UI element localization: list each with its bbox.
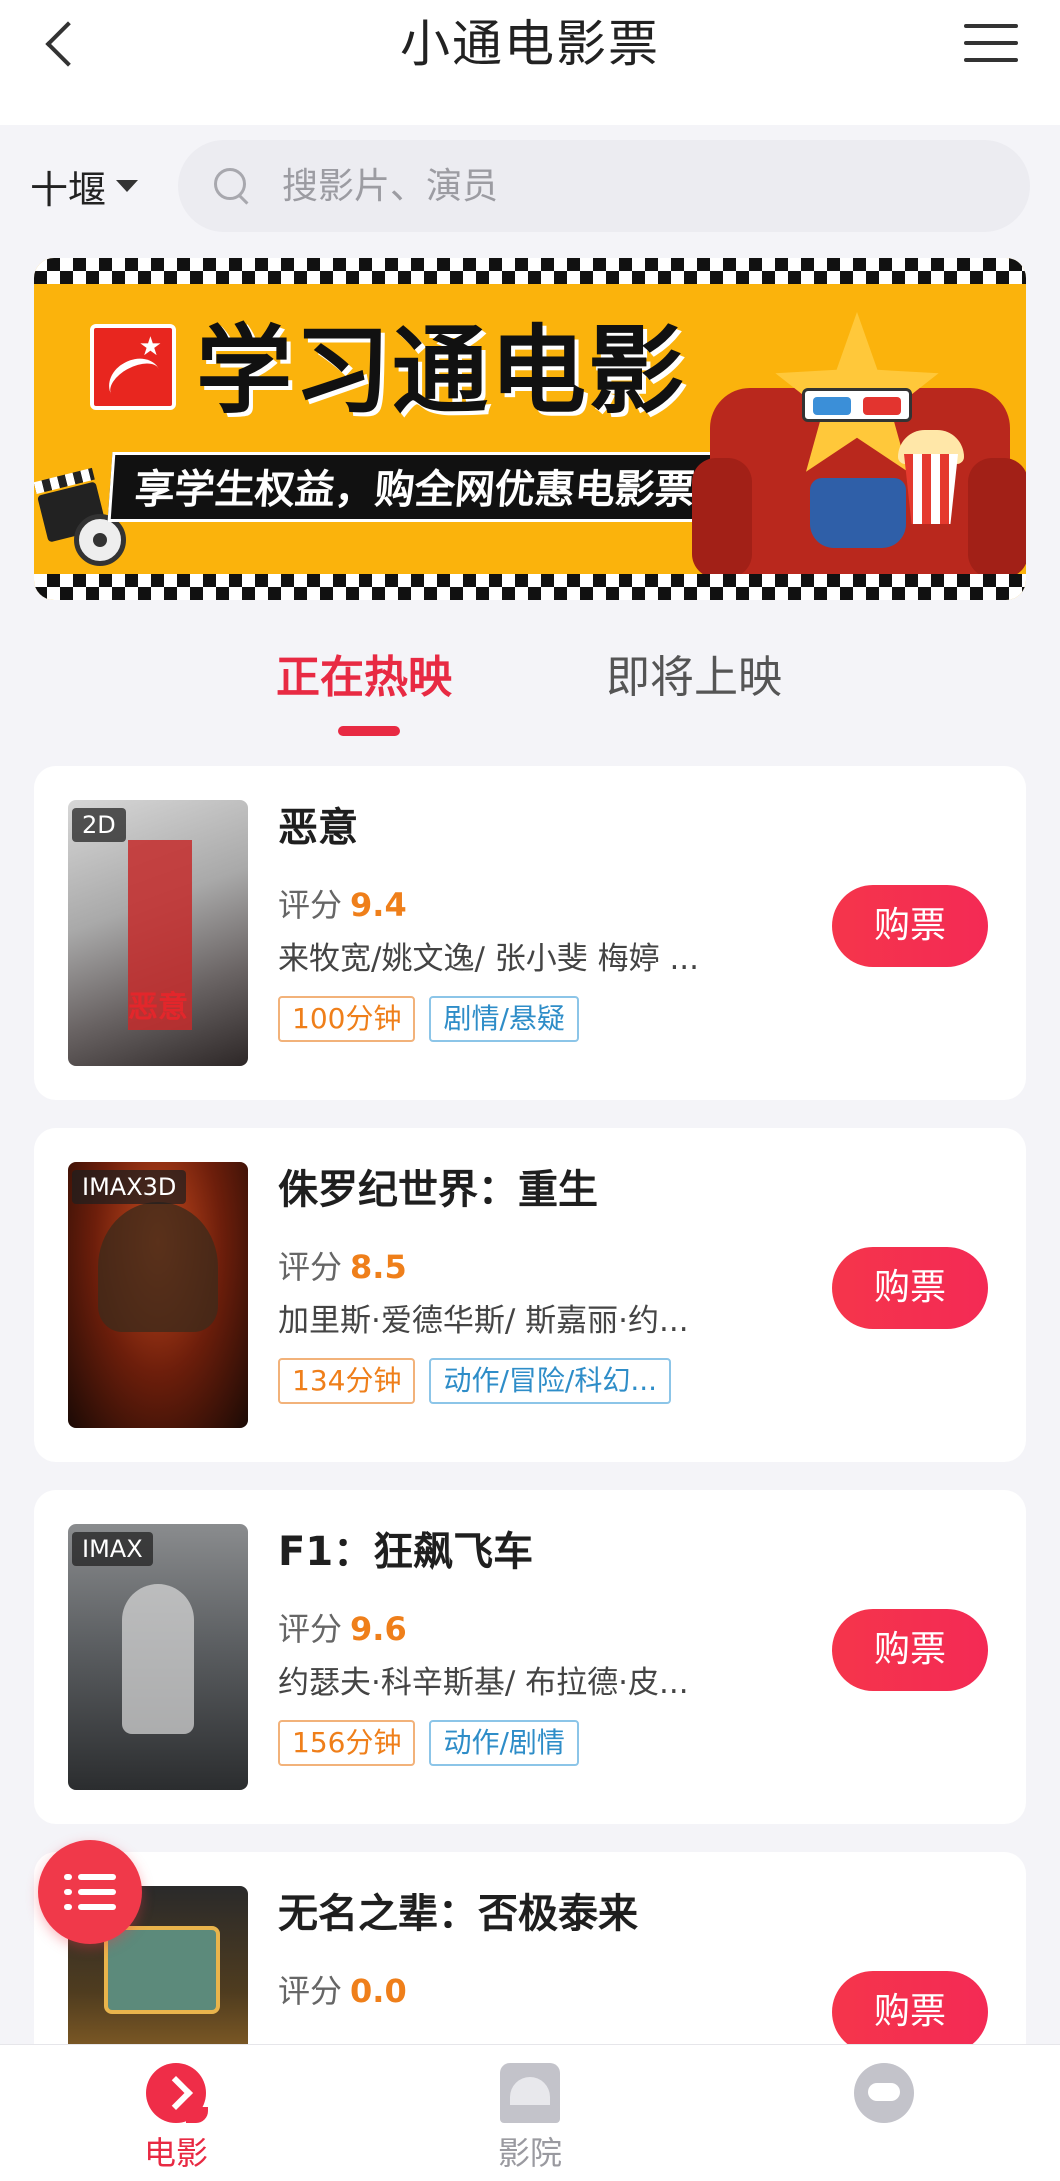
rating-score: 8.5	[350, 1248, 407, 1286]
banner-brand: 学习通电影	[196, 315, 686, 427]
movie-rating: 评分 8.5	[278, 1246, 407, 1288]
movie-tags: 156分钟 动作/剧情	[278, 1720, 579, 1766]
bottom-navigation: 电影 影院	[0, 2044, 1060, 2181]
rating-score: 0.0	[350, 1972, 407, 2010]
genre-tag: 动作/冒险/科幻...	[429, 1358, 672, 1404]
search-icon	[212, 166, 252, 206]
duration-tag: 156分钟	[278, 1720, 416, 1766]
movie-rating: 评分 9.4	[278, 884, 407, 926]
movie-poster[interactable]: 2D 恶意	[68, 800, 248, 1066]
profile-tab-icon	[854, 2063, 914, 2123]
active-tab-indicator	[338, 726, 400, 736]
buy-ticket-button[interactable]: 购票	[832, 885, 988, 967]
nav-item-movie[interactable]: 电影	[76, 2045, 276, 2181]
popcorn-icon	[904, 454, 958, 524]
movie-cast: 来牧宽/姚文逸/ 张小斐 梅婷 ...	[278, 941, 700, 977]
tab-now-showing[interactable]: 正在热映	[276, 650, 452, 706]
movie-rating: 评分 0.0	[278, 1970, 407, 2012]
app-header: 小通电影票	[0, 0, 1060, 125]
buy-ticket-button[interactable]: 购票	[832, 1971, 988, 2053]
format-badge: IMAX3D	[72, 1170, 187, 1204]
checker-border-top	[34, 258, 1026, 284]
movie-tags: 100分钟 剧情/悬疑	[278, 996, 579, 1042]
rating-label: 评分	[278, 1972, 343, 2010]
nav-item-cinema[interactable]: 影院	[430, 2045, 630, 2181]
promo-banner[interactable]: 学习通电影 享学生权益，购全网优惠电影票	[34, 258, 1026, 600]
checker-border-bottom	[34, 574, 1026, 600]
rating-label: 评分	[278, 1248, 343, 1286]
movie-card[interactable]: 2D 恶意 恶意 评分 9.4 来牧宽/姚文逸/ 张小斐 梅婷 ... 100分钟…	[34, 766, 1026, 1100]
movie-title[interactable]: 无名之辈：否极泰来	[278, 1888, 638, 1940]
rating-score: 9.4	[350, 886, 407, 924]
city-name: 十堰	[30, 167, 107, 212]
movie-title[interactable]: F1：狂飙飞车	[278, 1526, 533, 1578]
hamburger-menu-icon[interactable]	[962, 20, 1022, 66]
rating-label: 评分	[278, 1610, 343, 1648]
page: 小通电影票 十堰 学习通电影 享学生权益，购全网优惠电影票 正在热映 即将上映 …	[0, 0, 1060, 2181]
cinema-tab-icon	[500, 2063, 560, 2123]
buy-ticket-button[interactable]: 购票	[832, 1609, 988, 1691]
movie-card[interactable]: IMAX F1：狂飙飞车 评分 9.6 约瑟夫·科辛斯基/ 布拉德·皮... 15…	[34, 1490, 1026, 1824]
3d-glasses-illustration	[802, 388, 912, 422]
genre-tag: 剧情/悬疑	[429, 996, 579, 1042]
search-input[interactable]	[282, 165, 982, 207]
buy-ticket-button[interactable]: 购票	[832, 1247, 988, 1329]
mascot-overalls	[810, 478, 906, 548]
movie-tags: 134分钟 动作/冒险/科幻...	[278, 1358, 672, 1404]
rating-score: 9.6	[350, 1610, 407, 1648]
list-menu-button[interactable]	[38, 1840, 142, 1944]
format-badge: IMAX	[72, 1532, 153, 1566]
rating-label: 评分	[278, 886, 343, 924]
search-bar[interactable]	[178, 140, 1030, 232]
nav-item-profile[interactable]	[784, 2045, 984, 2181]
genre-tag: 动作/剧情	[429, 1720, 579, 1766]
tab-coming-soon[interactable]: 即将上映	[606, 650, 782, 706]
poster-title: 恶意	[128, 990, 188, 1025]
page-title: 小通电影票	[400, 15, 660, 73]
nav-label-cinema: 影院	[497, 2134, 562, 2172]
duration-tag: 100分钟	[278, 996, 416, 1042]
movie-title[interactable]: 侏罗纪世界：重生	[278, 1164, 598, 1216]
banner-slogan: 享学生权益，购全网优惠电影票	[107, 452, 723, 522]
duration-tag: 134分钟	[278, 1358, 416, 1404]
movie-cast: 约瑟夫·科辛斯基/ 布拉德·皮...	[278, 1665, 689, 1701]
xuexitong-logo-icon	[90, 324, 176, 410]
format-badge: 2D	[72, 808, 126, 842]
movie-poster[interactable]: IMAX	[68, 1524, 248, 1790]
movie-tab-icon	[146, 2063, 208, 2123]
movie-cast: 加里斯·爱德华斯/ 斯嘉丽·约...	[278, 1303, 689, 1339]
movie-poster[interactable]: IMAX3D	[68, 1162, 248, 1428]
movie-rating: 评分 9.6	[278, 1608, 407, 1650]
city-selector[interactable]: 十堰	[30, 158, 139, 214]
movie-title[interactable]: 恶意	[278, 802, 358, 854]
caret-down-icon	[116, 180, 139, 192]
movie-card[interactable]: IMAX3D 侏罗纪世界：重生 评分 8.5 加里斯·爱德华斯/ 斯嘉丽·约...…	[34, 1128, 1026, 1462]
nav-label-movie: 电影	[143, 2134, 208, 2172]
